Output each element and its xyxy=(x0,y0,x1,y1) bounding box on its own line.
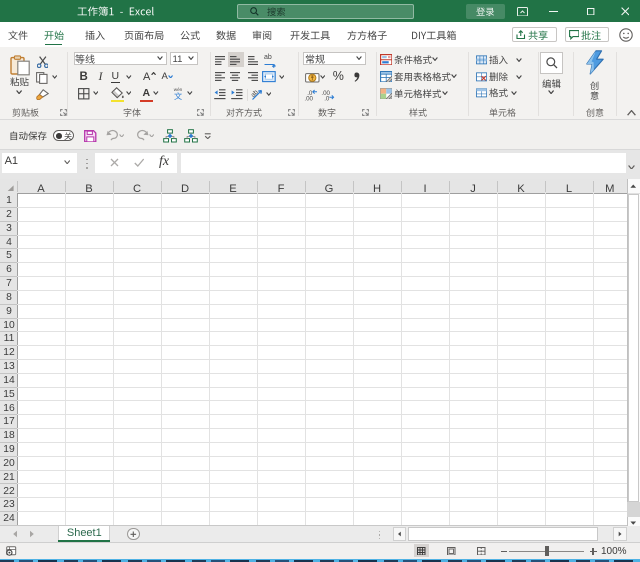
svg-text:ab: ab xyxy=(251,88,260,98)
svg-text:.00: .00 xyxy=(304,96,313,101)
svg-text:.0: .0 xyxy=(324,96,330,101)
